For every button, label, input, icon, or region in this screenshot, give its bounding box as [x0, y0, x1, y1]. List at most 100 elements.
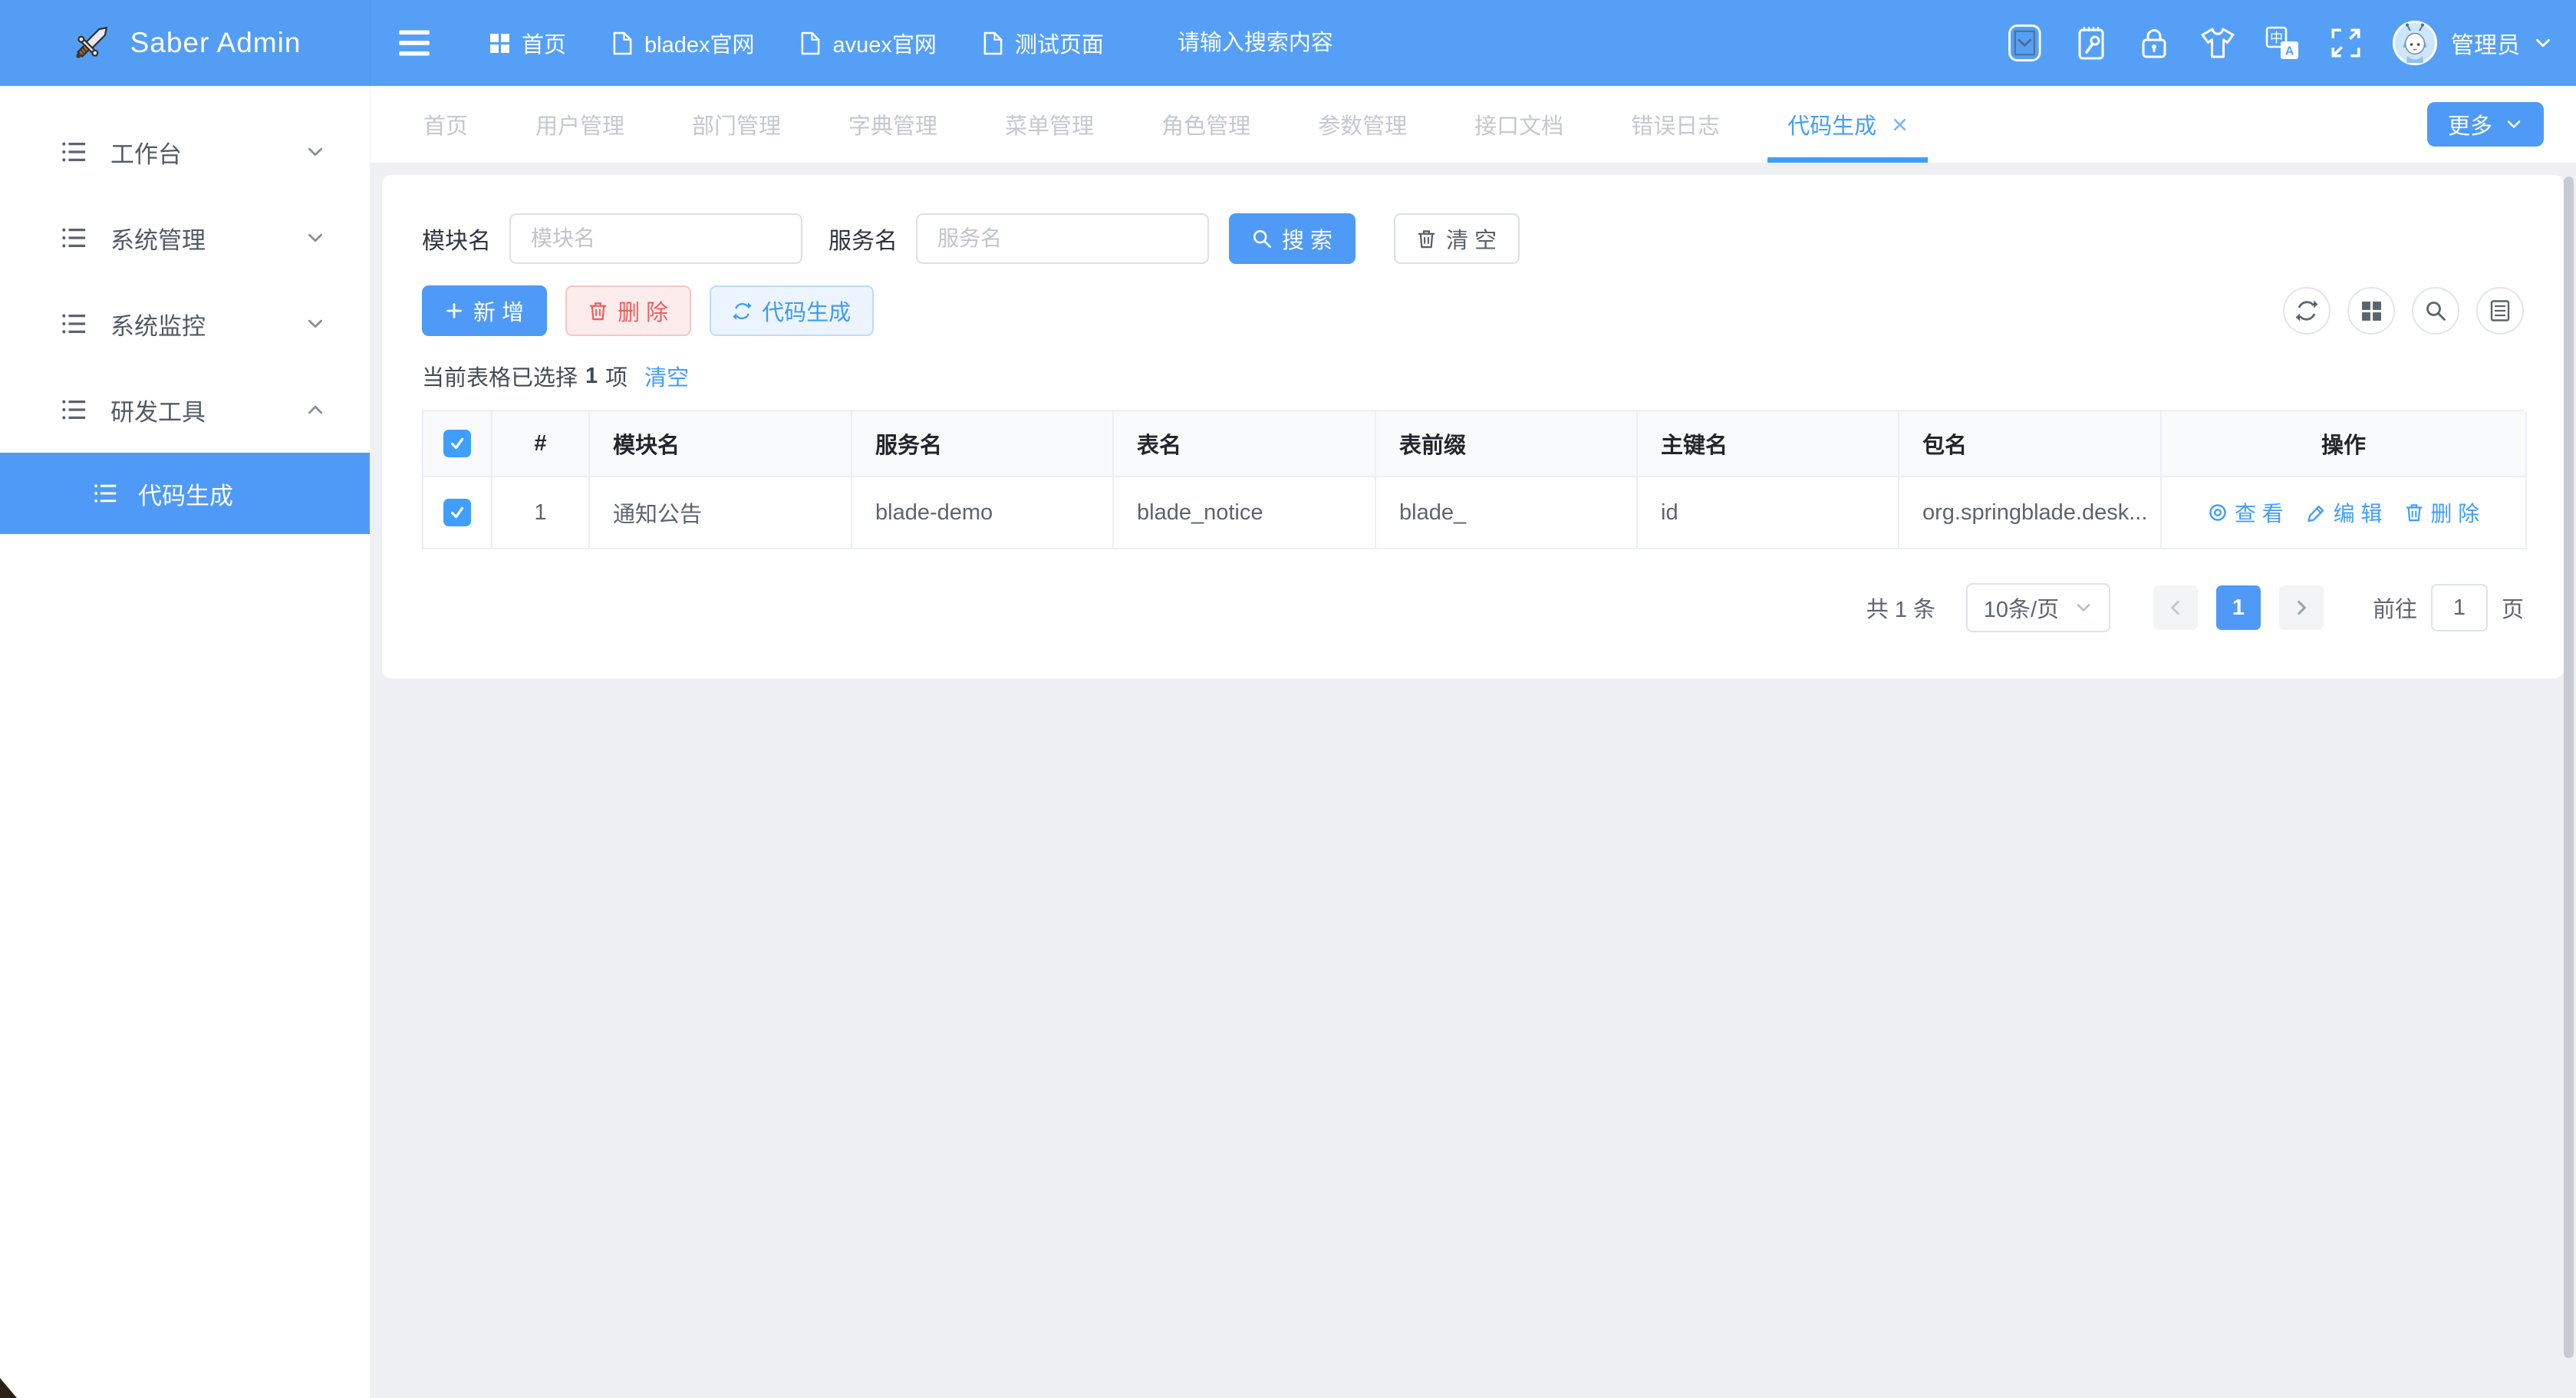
column-header-pk: 主键名 — [1638, 411, 1899, 477]
menu-list-icon — [61, 397, 87, 423]
row-actions: 查 看 编 辑 删 除 — [2208, 497, 2479, 528]
cell-package: org.springblade.desk... — [1899, 477, 2162, 549]
row-checkbox[interactable] — [443, 499, 471, 526]
main-content: 模块名 服务名 搜 索 清 空 新 增 — [370, 163, 2576, 1398]
nav-item-bladex[interactable]: bladex官网 — [589, 0, 777, 86]
next-page-button[interactable] — [2279, 585, 2324, 630]
theme-shirt-icon[interactable] — [2199, 25, 2236, 61]
sidebar-item-system-monitor[interactable]: 系统监控 — [0, 281, 370, 367]
tab-department-management[interactable]: 部门管理 — [692, 86, 781, 163]
nav-item-test-page[interactable]: 测试页面 — [960, 0, 1127, 86]
module-name-input[interactable] — [509, 213, 802, 264]
search-button[interactable]: 搜 索 — [1229, 213, 1356, 264]
chevron-down-icon — [2074, 598, 2093, 617]
page-number-1[interactable]: 1 — [2216, 585, 2261, 630]
nav-item-avuex[interactable]: avuex官网 — [777, 0, 959, 86]
trash-icon — [2405, 503, 2423, 523]
page-tabbar: 首页 用户管理 部门管理 字典管理 菜单管理 角色管理 参数管理 接口文档 错误… — [370, 86, 2576, 163]
nav-item-label: avuex官网 — [832, 27, 936, 59]
column-header-service: 服务名 — [852, 411, 1114, 477]
vertical-scrollbar[interactable] — [2564, 176, 2574, 1358]
code-generate-button[interactable]: 代码生成 — [710, 285, 874, 336]
chevron-down-icon — [305, 314, 325, 334]
more-tabs-button[interactable]: 更多 — [2427, 102, 2544, 147]
search-icon[interactable] — [2412, 287, 2459, 335]
tab-user-management[interactable]: 用户管理 — [535, 86, 624, 163]
view-icon — [2208, 503, 2228, 523]
nav-item-label: bladex官网 — [644, 27, 754, 59]
user-name: 管理员 — [2451, 26, 2520, 60]
tab-parameter-management[interactable]: 参数管理 — [1318, 86, 1407, 163]
svg-text:A: A — [2285, 45, 2294, 58]
topbar: 首页 bladex官网 avuex官网 测试页面 — [370, 0, 2576, 86]
columns-icon[interactable] — [2476, 287, 2524, 335]
chevron-down-icon — [2505, 115, 2523, 134]
selection-info: 当前表格已选择 1 项 清空 — [422, 362, 2524, 390]
document-icon — [983, 31, 1003, 55]
delete-action-label: 删 除 — [2430, 497, 2479, 528]
chevron-down-icon — [305, 142, 325, 162]
search-icon — [1252, 229, 1272, 249]
page-size-select[interactable]: 10条/页 — [1966, 583, 2110, 632]
tab-menu-management[interactable]: 菜单管理 — [1005, 86, 1094, 163]
collapse-box-icon[interactable] — [2007, 23, 2045, 63]
sidebar-item-workbench[interactable]: 工作台 — [0, 109, 370, 195]
worklog-icon[interactable] — [2074, 25, 2109, 61]
service-name-input[interactable] — [916, 213, 1209, 264]
code-generate-button-label: 代码生成 — [762, 295, 851, 327]
tab-dictionary-management[interactable]: 字典管理 — [848, 86, 937, 163]
clear-selection-link[interactable]: 清空 — [644, 360, 689, 392]
nav-item-label: 首页 — [522, 27, 566, 59]
view-action[interactable]: 查 看 — [2208, 497, 2284, 528]
page-unit-label: 页 — [2502, 592, 2524, 624]
translate-icon[interactable]: 中 A — [2265, 25, 2300, 61]
topbar-right: 中 A — [2007, 20, 2553, 66]
delete-button[interactable]: 删 除 — [565, 285, 691, 336]
grid-icon[interactable] — [2347, 287, 2395, 335]
sidebar: 工作台 系统管理 系统监控 研发工具 代码生成 — [0, 86, 370, 1398]
cell-actions: 查 看 编 辑 删 除 — [2162, 477, 2527, 549]
tab-home[interactable]: 首页 — [423, 86, 468, 163]
pagination: 共 1 条 10条/页 1 前往 页 — [422, 583, 2524, 632]
tab-api-docs[interactable]: 接口文档 — [1474, 86, 1563, 163]
top-header: Saber Admin 首页 bladex官网 — [0, 0, 2576, 86]
edit-action-label: 编 辑 — [2334, 497, 2383, 528]
refresh-icon — [733, 302, 752, 321]
table-row: 1 通知公告 blade-demo blade_notice blade_ id… — [423, 477, 2522, 549]
search-button-label: 搜 索 — [1282, 223, 1332, 255]
cell-prefix: blade_ — [1376, 477, 1638, 549]
menu-list-icon — [61, 311, 87, 337]
goto-page-input[interactable] — [2431, 584, 2488, 631]
tab-error-log[interactable]: 错误日志 — [1631, 86, 1720, 163]
code-generation-panel: 模块名 服务名 搜 索 清 空 新 增 — [382, 175, 2564, 678]
refresh-icon[interactable] — [2283, 287, 2331, 335]
tab-role-management[interactable]: 角色管理 — [1161, 86, 1250, 163]
cell-module: 通知公告 — [590, 477, 852, 549]
add-button[interactable]: 新 增 — [422, 285, 547, 336]
fullscreen-icon[interactable] — [2328, 25, 2364, 61]
select-all-checkbox[interactable] — [443, 430, 471, 457]
user-menu[interactable]: 管理员 — [2392, 20, 2553, 66]
edit-action[interactable]: 编 辑 — [2307, 497, 2383, 528]
nav-item-label: 测试页面 — [1015, 27, 1104, 59]
trash-icon — [588, 301, 608, 321]
sidebar-item-dev-tools[interactable]: 研发工具 — [0, 367, 370, 453]
user-avatar — [2392, 20, 2438, 66]
tab-code-generation[interactable]: 代码生成 — [1787, 86, 1908, 163]
sidebar-item-system-management[interactable]: 系统管理 — [0, 195, 370, 281]
column-header-package: 包名 — [1899, 411, 2162, 477]
selection-count: 1 — [585, 364, 598, 389]
action-button-row: 新 增 删 除 代码生成 — [422, 285, 2524, 336]
prev-page-button[interactable] — [2153, 585, 2198, 630]
sidebar-item-code-generation[interactable]: 代码生成 — [0, 453, 370, 534]
delete-action[interactable]: 删 除 — [2405, 497, 2479, 528]
clear-button[interactable]: 清 空 — [1394, 213, 1520, 264]
sidebar-toggle-icon[interactable] — [397, 28, 431, 58]
lock-icon[interactable] — [2137, 25, 2171, 61]
column-header-actions: 操作 — [2162, 411, 2527, 477]
add-button-label: 新 增 — [473, 295, 524, 327]
app-logo: Saber Admin — [0, 0, 370, 86]
close-icon[interactable] — [1892, 117, 1908, 133]
nav-item-home[interactable]: 首页 — [466, 0, 589, 86]
global-search-input[interactable] — [1178, 31, 1484, 56]
